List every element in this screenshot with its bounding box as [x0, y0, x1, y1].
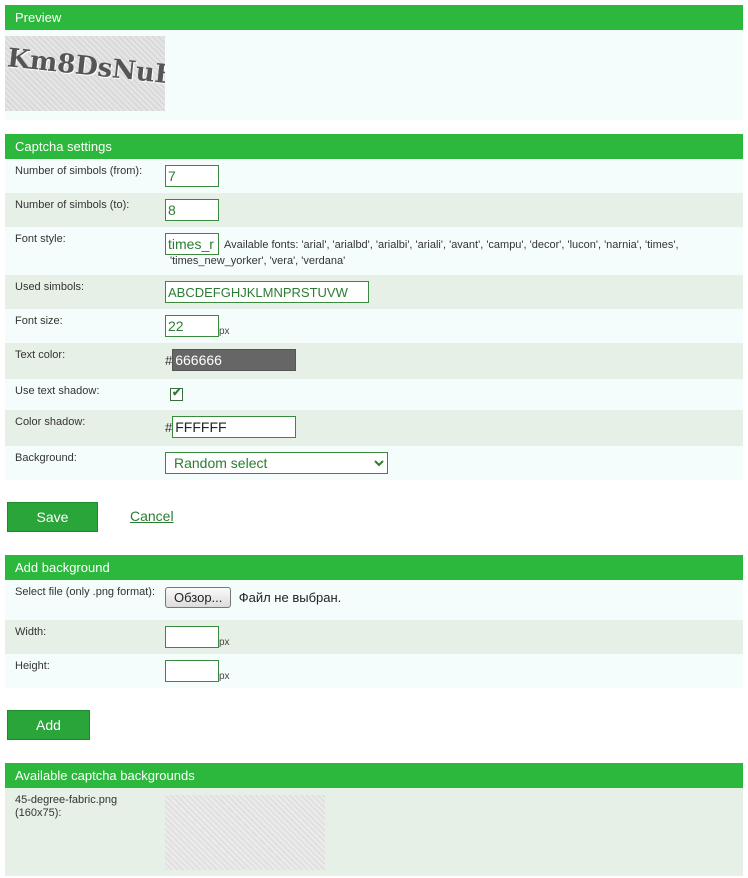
- browse-file-button[interactable]: Обзор...: [165, 587, 232, 608]
- available-backgrounds-header: Available captcha backgrounds: [5, 763, 743, 788]
- cancel-link[interactable]: Cancel: [130, 508, 174, 524]
- background-label: Background:: [15, 452, 77, 464]
- text-shadow-label: Use text shadow:: [15, 385, 100, 397]
- num-from-label: Number of simbols (from):: [15, 165, 143, 177]
- setting-row-background: Background: Random select: [5, 446, 743, 480]
- setting-row-used-symbols: Used simbols:: [5, 275, 743, 309]
- preview-panel: Km8DsNuF: [5, 30, 743, 120]
- text-shadow-checkbox[interactable]: ✔: [170, 387, 183, 401]
- width-label: Width:: [15, 626, 47, 638]
- num-to-input[interactable]: [165, 199, 219, 221]
- checkmark-icon: ✔: [172, 387, 182, 399]
- captcha-settings-header: Captcha settings: [5, 134, 743, 159]
- font-style-label: Font style:: [15, 233, 66, 245]
- color-shadow-input[interactable]: [172, 416, 297, 438]
- add-button[interactable]: Add: [7, 710, 90, 740]
- setting-row-font-style: Font style: Available fonts: 'arial', 'a…: [5, 227, 743, 275]
- height-input[interactable]: [165, 660, 219, 682]
- font-size-unit: px: [219, 326, 230, 337]
- setting-row-text-color: Text color: #: [5, 343, 743, 379]
- background-list-item: 45-degree-fabric.png (160x75):: [5, 788, 743, 876]
- color-shadow-label: Color shadow:: [15, 416, 86, 428]
- setting-row-text-shadow: Use text shadow: ✔: [5, 379, 743, 410]
- font-size-label: Font size:: [15, 315, 63, 327]
- captcha-preview-text: Km8DsNuF: [5, 43, 165, 91]
- used-symbols-input[interactable]: [165, 281, 369, 303]
- used-symbols-label: Used simbols:: [15, 281, 85, 293]
- add-background-header: Add background: [5, 555, 743, 580]
- background-item-label: 45-degree-fabric.png (160x75):: [15, 794, 118, 819]
- add-bg-row-height: Height: px: [5, 654, 743, 688]
- height-unit: px: [219, 671, 230, 682]
- setting-row-color-shadow: Color shadow: #: [5, 410, 743, 446]
- text-color-label: Text color:: [15, 349, 66, 361]
- available-fonts-note: Available fonts: 'arial', 'arialbd', 'ar…: [170, 239, 679, 267]
- add-bg-row-file: Select file (only .png format): Обзор...…: [5, 580, 743, 620]
- height-label: Height:: [15, 660, 50, 672]
- select-file-label: Select file (only .png format):: [15, 586, 156, 598]
- file-status-text: Файл не выбран.: [238, 590, 342, 605]
- save-button[interactable]: Save: [7, 502, 98, 532]
- preview-header: Preview: [5, 5, 743, 30]
- add-bg-row-width: Width: px: [5, 620, 743, 654]
- background-select[interactable]: Random select: [165, 452, 388, 474]
- setting-row-font-size: Font size: px: [5, 309, 743, 343]
- width-input[interactable]: [165, 626, 219, 648]
- width-unit: px: [219, 637, 230, 648]
- num-from-input[interactable]: [165, 165, 219, 187]
- background-thumbnail-image: [165, 795, 325, 870]
- color-shadow-hash: #: [165, 420, 173, 435]
- captcha-preview-image: Km8DsNuF: [5, 36, 165, 111]
- setting-row-num-to: Number of simbols (to):: [5, 193, 743, 227]
- num-to-label: Number of simbols (to):: [15, 199, 130, 211]
- setting-row-num-from: Number of simbols (from):: [5, 159, 743, 193]
- text-color-hash: #: [165, 353, 173, 368]
- text-color-input[interactable]: [172, 349, 297, 371]
- font-size-input[interactable]: [165, 315, 219, 337]
